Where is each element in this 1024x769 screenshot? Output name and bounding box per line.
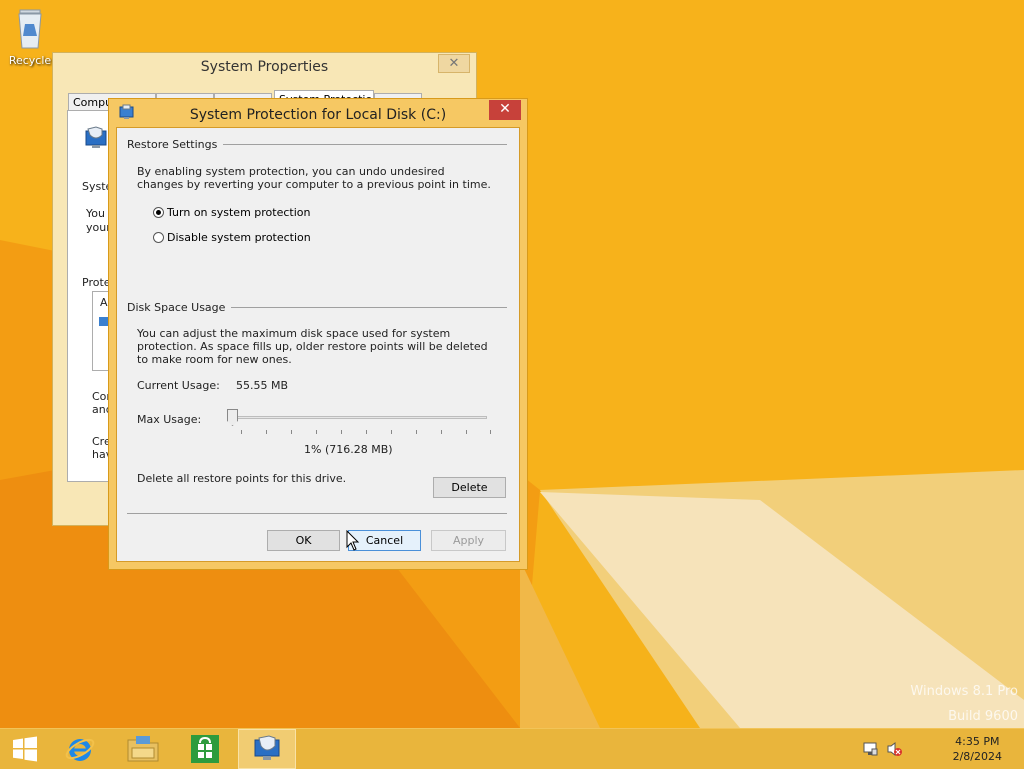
slider-tick bbox=[416, 430, 417, 434]
slider-tick bbox=[341, 430, 342, 434]
system-protection-dialog[interactable]: System Protection for Local Disk (C:) ✕ … bbox=[108, 98, 528, 570]
radio-off-circle[interactable] bbox=[153, 232, 164, 243]
radio-on-circle[interactable] bbox=[153, 207, 164, 218]
restore-settings-label: Restore Settings bbox=[127, 138, 224, 151]
ok-button[interactable]: OK bbox=[267, 530, 340, 551]
recycle-bin-shortcut[interactable]: Recycle bbox=[6, 6, 54, 67]
windows-watermark-edition: Windows 8.1 Pro bbox=[910, 684, 1018, 699]
windows-watermark-build: Build 9600 bbox=[948, 709, 1018, 724]
recycle-bin-label: Recycle bbox=[8, 54, 52, 67]
slider-tick bbox=[391, 430, 392, 434]
radio-turn-on-label[interactable]: Turn on system protection bbox=[167, 206, 310, 219]
footer-divider bbox=[127, 513, 507, 514]
fragment-protection: Prote bbox=[82, 276, 111, 289]
slider-tick bbox=[266, 430, 267, 434]
file-explorer-icon bbox=[127, 736, 159, 762]
dialog-title: System Protection for Local Disk (C:) bbox=[189, 107, 447, 123]
taskbar: 4:35 PM 2/8/2024 bbox=[0, 728, 1024, 769]
slider-tick bbox=[466, 430, 467, 434]
slider-tick bbox=[241, 430, 242, 434]
radio-selected-dot bbox=[156, 210, 161, 215]
restore-settings-description: By enabling system protection, you can u… bbox=[137, 165, 491, 191]
system-properties-icon bbox=[254, 735, 280, 760]
network-icon[interactable] bbox=[862, 741, 878, 757]
delete-restore-points-text: Delete all restore points for this drive… bbox=[137, 472, 347, 485]
delete-button[interactable]: Delete bbox=[433, 477, 506, 498]
mouse-cursor-icon bbox=[346, 530, 360, 551]
fragment-drive: A bbox=[100, 296, 108, 309]
disk-space-label: Disk Space Usage bbox=[127, 301, 232, 314]
slider-tick bbox=[366, 430, 367, 434]
clock-time: 4:35 PM bbox=[955, 735, 1000, 748]
slider-tick bbox=[490, 430, 491, 434]
current-usage-label: Current Usage: bbox=[137, 379, 220, 392]
apply-button[interactable]: Apply bbox=[431, 530, 506, 551]
taskbar-internet-explorer[interactable] bbox=[52, 729, 108, 769]
fragment-you: You bbox=[86, 207, 105, 220]
system-properties-title: System Properties bbox=[200, 59, 329, 75]
store-icon bbox=[191, 735, 219, 763]
disk-space-description: You can adjust the maximum disk space us… bbox=[137, 327, 488, 366]
taskbar-file-explorer[interactable] bbox=[115, 729, 171, 769]
taskbar-clock[interactable]: 4:35 PM 2/8/2024 bbox=[953, 734, 1002, 764]
taskbar-system-properties[interactable] bbox=[238, 729, 296, 769]
max-usage-value: 1% (716.28 MB) bbox=[304, 443, 393, 456]
recycle-bin-icon bbox=[18, 9, 42, 49]
taskbar-store[interactable] bbox=[177, 729, 233, 769]
max-usage-slider-track[interactable] bbox=[233, 416, 487, 419]
volume-muted-icon[interactable] bbox=[886, 741, 902, 757]
max-usage-label: Max Usage: bbox=[137, 413, 202, 426]
internet-explorer-icon bbox=[65, 738, 95, 761]
clock-date: 2/8/2024 bbox=[952, 750, 1002, 763]
radio-disable-label[interactable]: Disable system protection bbox=[167, 231, 311, 244]
radio-turn-on-protection[interactable]: Turn on system protection bbox=[153, 206, 310, 219]
windows-logo-icon bbox=[13, 736, 37, 762]
desktop: Recycle Windows 8.1 Pro Build 9600 Syste… bbox=[0, 0, 1024, 728]
radio-disable-protection[interactable]: Disable system protection bbox=[153, 231, 311, 244]
dialog-close-button[interactable]: ✕ bbox=[489, 100, 521, 120]
slider-tick bbox=[441, 430, 442, 434]
start-button[interactable] bbox=[0, 729, 50, 769]
slider-tick bbox=[316, 430, 317, 434]
system-protection-icon bbox=[85, 126, 107, 148]
slider-tick bbox=[291, 430, 292, 434]
system-properties-close-button[interactable]: ✕ bbox=[438, 54, 470, 73]
current-usage-value: 55.55 MB bbox=[236, 379, 289, 392]
